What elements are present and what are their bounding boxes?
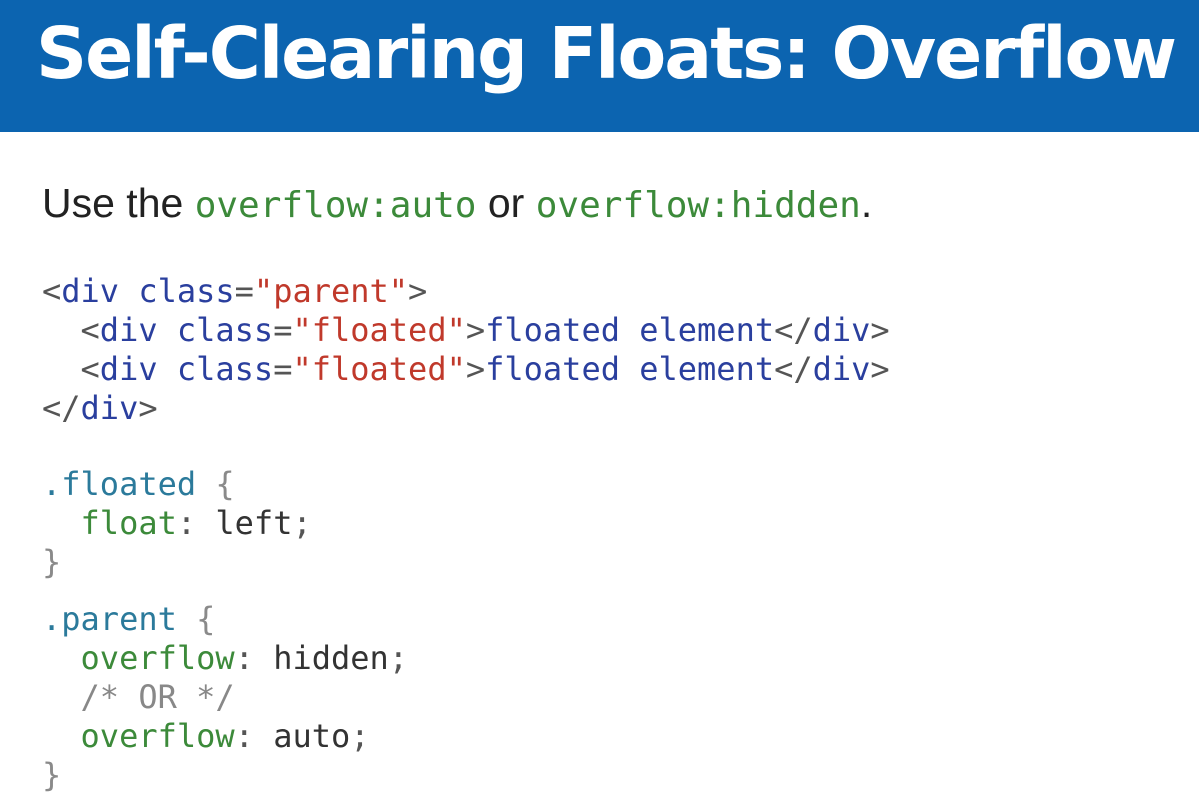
code-punct: = <box>234 272 254 310</box>
code-punct: </ <box>774 350 813 388</box>
code-property: overflow <box>80 639 235 677</box>
code-punct: > <box>870 350 890 388</box>
code-brace: { <box>176 600 216 638</box>
code-text: floated element <box>485 350 775 388</box>
code-comment: /* OR */ <box>80 678 235 716</box>
code-punct: > <box>465 311 486 349</box>
code-punct: < <box>80 350 100 388</box>
code-tag: div <box>812 311 871 349</box>
code-value: left <box>215 504 293 542</box>
code-tag: div <box>812 350 871 388</box>
code-line: </div> <box>42 389 890 428</box>
code-punct: : <box>234 717 274 755</box>
code-value: hidden <box>273 639 389 677</box>
code-punct: > <box>465 350 486 388</box>
intro-code-overflow-auto: overflow:auto <box>194 185 477 226</box>
code-string: "floated" <box>292 350 466 388</box>
code-punct: = <box>273 350 293 388</box>
code-line: <div class="floated">floated element</di… <box>42 350 890 389</box>
intro-prefix: Use the <box>42 180 195 226</box>
code-attr: class <box>119 272 235 310</box>
code-line: overflow: hidden; <box>42 639 890 678</box>
code-tag: div <box>61 272 120 310</box>
code-punct: > <box>138 389 158 427</box>
intro-suffix: . <box>860 180 873 226</box>
code-tag: div <box>99 350 158 388</box>
code-punct: : <box>234 639 274 677</box>
code-punct: = <box>273 311 293 349</box>
code-punct: > <box>408 272 428 310</box>
code-spacer <box>42 582 890 600</box>
code-punct: < <box>80 311 100 349</box>
code-line: overflow: auto; <box>42 717 890 756</box>
code-spacer <box>42 428 890 465</box>
code-string: "parent" <box>253 272 409 310</box>
code-attr: class <box>157 311 274 349</box>
slide: Self-Clearing Floats: Overflow Use the o… <box>0 0 1199 807</box>
code-selector: .floated <box>42 465 197 503</box>
code-property: float <box>80 504 177 542</box>
code-punct: < <box>42 272 62 310</box>
code-brace: } <box>42 756 62 794</box>
code-brace: } <box>42 543 62 581</box>
code-line: <div class="parent"> <box>42 272 890 311</box>
code-punct: : <box>176 504 216 542</box>
code-line: .floated { <box>42 465 890 504</box>
code-punct: > <box>870 311 890 349</box>
code-tag: div <box>80 389 139 427</box>
intro-middle: or <box>476 180 536 226</box>
code-block: <div class="parent"> <div class="floated… <box>42 272 890 795</box>
code-punct: ; <box>388 639 409 677</box>
code-punct: ; <box>350 717 370 755</box>
intro-code-overflow-hidden: overflow:hidden <box>535 185 861 226</box>
code-line: } <box>42 543 890 582</box>
intro-sentence: Use the overflow:auto or overflow:hidden… <box>42 174 872 235</box>
code-line: } <box>42 756 890 795</box>
slide-title: Self-Clearing Floats: Overflow <box>36 12 1177 95</box>
code-value: auto <box>273 717 351 755</box>
code-punct: </ <box>774 311 813 349</box>
code-line: /* OR */ <box>42 678 890 717</box>
code-tag: div <box>99 311 158 349</box>
code-text: floated element <box>485 311 775 349</box>
code-property: overflow <box>80 717 235 755</box>
code-brace: { <box>196 465 235 503</box>
title-bar: Self-Clearing Floats: Overflow <box>0 0 1199 132</box>
code-line: <div class="floated">floated element</di… <box>42 311 890 350</box>
code-selector: .parent <box>42 600 177 638</box>
code-punct: </ <box>42 389 81 427</box>
code-attr: class <box>157 350 274 388</box>
code-punct: ; <box>292 504 312 542</box>
code-line: float: left; <box>42 504 890 543</box>
code-line: .parent { <box>42 600 890 639</box>
code-string: "floated" <box>292 311 466 349</box>
